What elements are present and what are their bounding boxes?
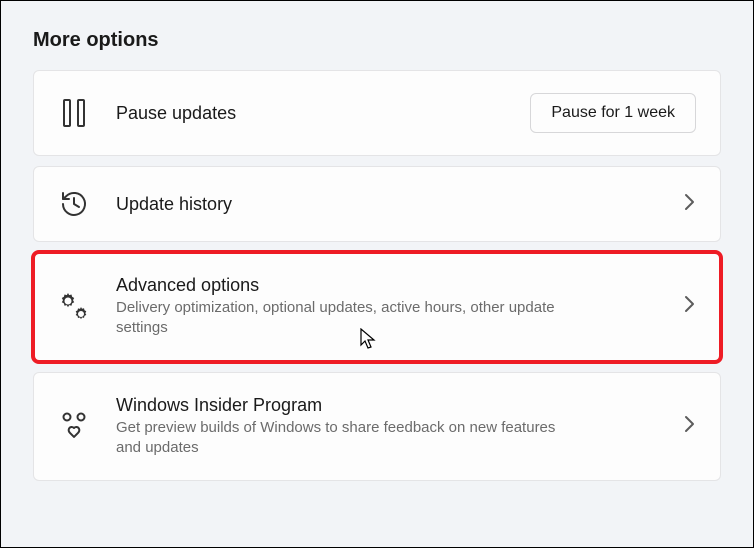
card-subtitle: Get preview builds of Windows to share f… <box>116 418 576 459</box>
chevron-right-icon <box>682 414 696 439</box>
card-body: Windows Insider Program Get preview buil… <box>116 395 662 459</box>
card-title: Update history <box>116 194 662 215</box>
pause-updates-card[interactable]: Pause updates Pause for 1 week <box>33 70 721 156</box>
windows-insider-card[interactable]: Windows Insider Program Get preview buil… <box>33 372 721 482</box>
advanced-options-card[interactable]: Advanced options Delivery optimization, … <box>33 252 721 362</box>
card-body: Pause updates <box>116 103 510 124</box>
card-title: Windows Insider Program <box>116 395 662 416</box>
card-body: Advanced options Delivery optimization, … <box>116 275 662 339</box>
update-history-card[interactable]: Update history <box>33 166 721 242</box>
pause-for-1-week-button[interactable]: Pause for 1 week <box>530 93 696 133</box>
card-body: Update history <box>116 194 662 215</box>
chevron-right-icon <box>682 294 696 319</box>
card-title: Advanced options <box>116 275 662 296</box>
pause-icon <box>52 98 96 128</box>
card-subtitle: Delivery optimization, optional updates,… <box>116 298 576 339</box>
chevron-right-icon <box>682 192 696 217</box>
history-icon <box>52 189 96 219</box>
double-gear-icon <box>52 290 96 324</box>
section-title: More options <box>33 29 721 52</box>
people-heart-icon <box>52 411 96 441</box>
card-title: Pause updates <box>116 103 510 124</box>
